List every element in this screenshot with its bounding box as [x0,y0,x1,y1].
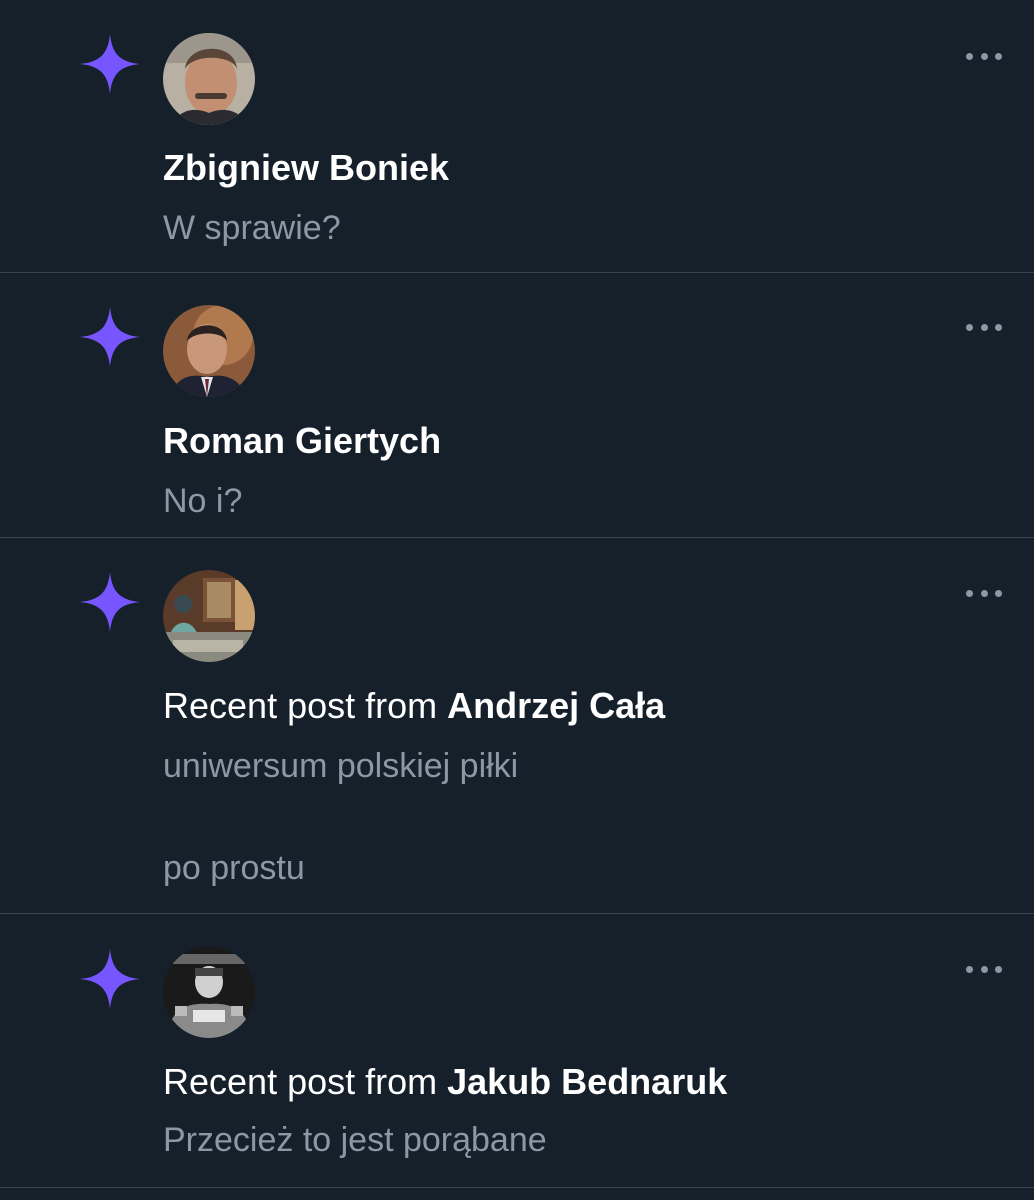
notification-title: Roman Giertych [163,419,441,463]
avatar[interactable] [163,570,255,662]
post-preview-text: uniwersum polskiej piłki [163,747,519,785]
notification-title: Recent post from Andrzej Cała [163,684,665,728]
post-preview-text: No i? [163,482,243,520]
more-options-icon[interactable] [964,959,1004,979]
notification-item[interactable]: Recent post from Jakub Bednaruk Przecież… [0,914,1034,1188]
notifications-feed: Zbigniew Boniek W sprawie? Roman Giertyc… [0,0,1034,1200]
sparkle-star-icon [80,949,140,1009]
notification-prefix: Recent post from [163,1061,448,1102]
sparkle-star-icon [80,572,140,632]
author-name[interactable]: Roman Giertych [163,420,441,461]
notification-item[interactable]: Zbigniew Boniek W sprawie? [0,0,1034,273]
author-name[interactable]: Zbigniew Boniek [163,147,449,188]
notification-prefix: Recent post from [163,685,448,726]
avatar[interactable] [163,946,255,1038]
avatar[interactable] [163,33,255,125]
post-preview-text: W sprawie? [163,209,341,247]
post-preview-text: Przecież to jest porąbane [163,1121,547,1159]
notification-item[interactable]: Recent post from Andrzej Cała uniwersum … [0,538,1034,914]
sparkle-star-icon [80,307,140,367]
more-options-icon[interactable] [964,583,1004,603]
post-preview-text: po prostu [163,849,305,887]
avatar[interactable] [163,305,255,397]
notification-title: Zbigniew Boniek [163,146,449,190]
author-name[interactable]: Andrzej Cała [447,685,665,726]
author-name[interactable]: Jakub Bednaruk [447,1061,727,1102]
notification-item[interactable]: Roman Giertych No i? [0,273,1034,538]
notification-title: Recent post from Jakub Bednaruk [163,1060,727,1104]
more-options-icon[interactable] [964,317,1004,337]
more-options-icon[interactable] [964,46,1004,66]
sparkle-star-icon [80,34,140,94]
